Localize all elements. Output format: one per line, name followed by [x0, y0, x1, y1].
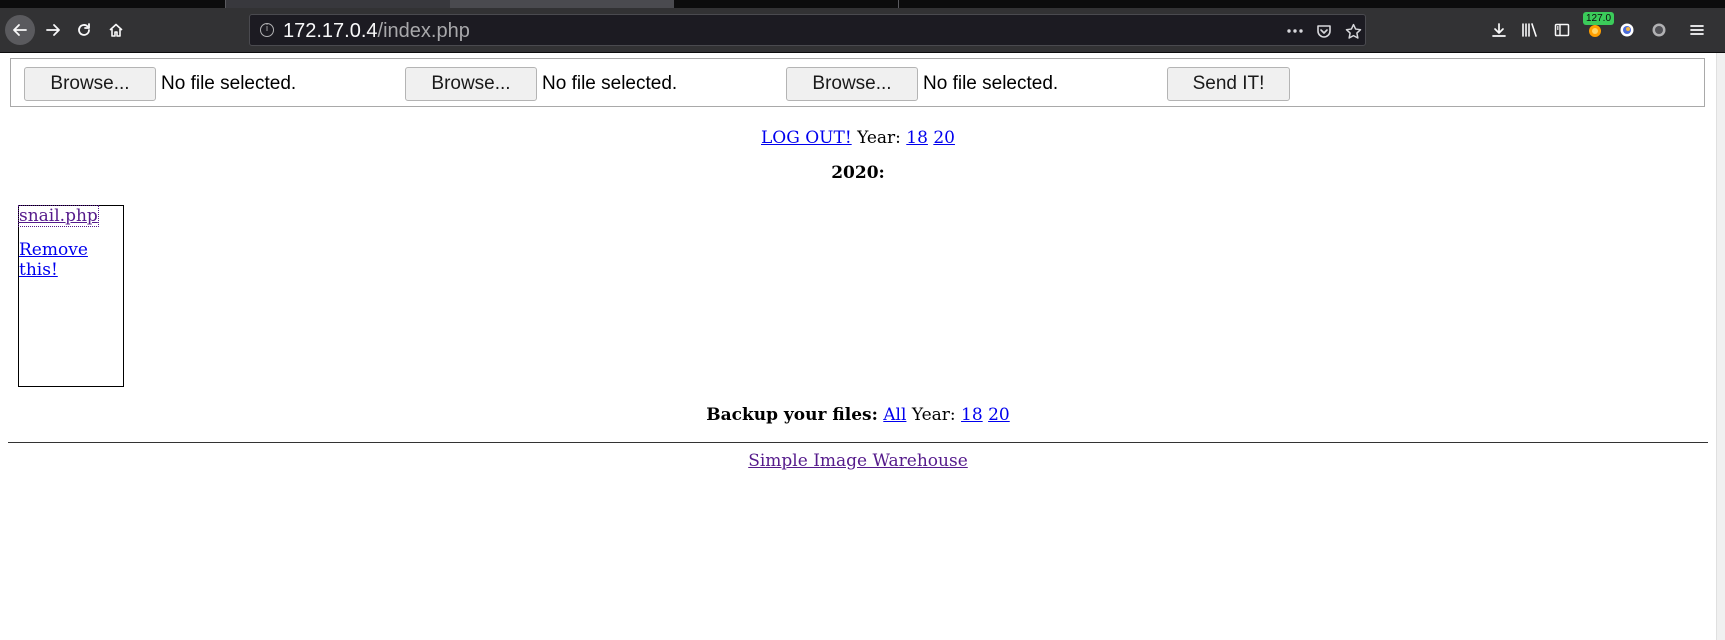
file-status-1: No file selected.: [161, 73, 297, 94]
download-icon: [1492, 23, 1506, 37]
more-actions-icon: [1287, 29, 1303, 33]
pocket-button[interactable]: [1313, 20, 1335, 42]
home-icon: [109, 23, 123, 37]
library-icon: [1522, 23, 1537, 37]
browse-button-3[interactable]: Browse...: [786, 67, 918, 101]
circle-icon: [1652, 23, 1666, 37]
url-path: /index.php: [377, 20, 470, 42]
file-status-2: No file selected.: [542, 73, 678, 94]
bookmark-star-icon: [1345, 23, 1361, 39]
year-link-20[interactable]: 20: [933, 128, 955, 148]
tab-active[interactable]: [450, 0, 674, 8]
url-bar[interactable]: i 172.17.0.4/index.php: [249, 14, 1366, 46]
tab-strip: [0, 0, 1725, 8]
remove-file-link[interactable]: Remove this!: [19, 240, 123, 280]
pocket-icon: [1317, 25, 1331, 38]
account-button[interactable]: [1616, 19, 1638, 41]
page-content: Browse... No file selected. Browse... No…: [0, 53, 1716, 640]
footer-link[interactable]: Simple Image Warehouse: [748, 451, 968, 471]
logout-link[interactable]: LOG OUT!: [761, 128, 852, 148]
page-actions-button[interactable]: [1284, 20, 1306, 42]
menu-button[interactable]: [1686, 19, 1708, 41]
url-host: 172.17.0.4: [283, 20, 378, 42]
footer: Simple Image Warehouse: [0, 451, 1716, 471]
forward-button[interactable]: [38, 15, 68, 45]
browse-button-1[interactable]: Browse...: [24, 67, 156, 101]
backup-year-link-20[interactable]: 20: [988, 405, 1010, 425]
library-button[interactable]: [1519, 19, 1541, 41]
sidebar-icon: [1554, 23, 1570, 37]
browse-button-2[interactable]: Browse...: [405, 67, 537, 101]
upload-form: Browse... No file selected. Browse... No…: [10, 58, 1705, 107]
navigation-toolbar: i 172.17.0.4/index.php 127.0: [0, 8, 1725, 53]
tab[interactable]: [226, 0, 450, 8]
back-arrow-icon: [13, 24, 27, 36]
bookmark-button[interactable]: [1342, 20, 1364, 42]
extension-badge: 127.0: [1583, 12, 1615, 25]
year-nav: LOG OUT! Year: 18 20: [0, 128, 1716, 148]
info-icon[interactable]: i: [260, 23, 274, 37]
reload-button[interactable]: [69, 15, 99, 45]
home-button[interactable]: [101, 15, 131, 45]
backup-line: Backup your files: All Year: 18 20: [0, 405, 1716, 425]
file-status-3: No file selected.: [923, 73, 1059, 94]
downloads-button[interactable]: [1488, 19, 1510, 41]
divider: [8, 442, 1708, 443]
file-link[interactable]: snail.php: [18, 205, 99, 227]
tab-separator: [898, 0, 899, 8]
backup-label: Backup your files:: [706, 405, 878, 425]
backup-year-label: Year:: [911, 405, 956, 425]
file-card: snail.php Remove this!: [18, 205, 124, 387]
url-text[interactable]: 172.17.0.4/index.php: [283, 20, 470, 43]
back-button[interactable]: [5, 15, 35, 45]
account-icon: [1620, 23, 1634, 37]
backup-year-link-18[interactable]: 18: [961, 405, 983, 425]
sidebar-button[interactable]: [1551, 19, 1573, 41]
year-label: Year:: [857, 128, 901, 148]
section-heading: 2020:: [831, 163, 885, 183]
send-button[interactable]: Send IT!: [1167, 67, 1290, 101]
scrollbar[interactable]: [1716, 53, 1725, 640]
forward-arrow-icon: [46, 24, 60, 36]
reload-icon: [78, 23, 90, 36]
backup-all-link[interactable]: All: [883, 405, 906, 425]
menu-icon: [1690, 25, 1704, 35]
year-link-18[interactable]: 18: [906, 128, 928, 148]
circle-button[interactable]: [1648, 19, 1670, 41]
